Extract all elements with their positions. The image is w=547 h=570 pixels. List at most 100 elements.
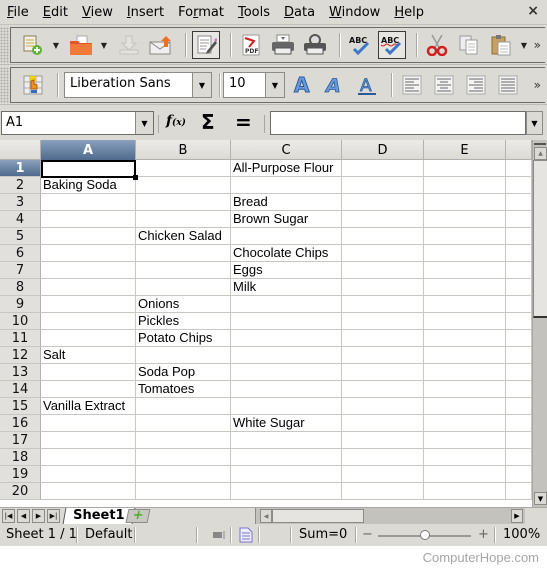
formula-input[interactable]: [270, 111, 526, 135]
cell-e18[interactable]: [424, 449, 506, 466]
scroll-down-icon[interactable]: ▼: [534, 492, 547, 505]
cell-b9[interactable]: Onions: [136, 296, 231, 313]
split-handle[interactable]: [534, 143, 546, 145]
cell-f5[interactable]: [506, 228, 532, 245]
font-size-value[interactable]: 10: [224, 73, 265, 97]
cell-d9[interactable]: [342, 296, 424, 313]
cell-e12[interactable]: [424, 347, 506, 364]
italic-icon[interactable]: A: [321, 71, 349, 99]
toolbar-overflow-icon[interactable]: »: [534, 78, 541, 92]
cell-b20[interactable]: [136, 483, 231, 500]
row-header[interactable]: 10: [0, 313, 41, 330]
justify-icon[interactable]: [494, 71, 522, 99]
cell-a10[interactable]: [41, 313, 136, 330]
name-box-dropdown-icon[interactable]: ▼: [135, 112, 153, 134]
cell-b17[interactable]: [136, 432, 231, 449]
new-dropdown-icon[interactable]: ▼: [51, 41, 61, 50]
cell-f8[interactable]: [506, 279, 532, 296]
cell-c19[interactable]: [231, 466, 342, 483]
cell-e1[interactable]: [424, 160, 506, 177]
scroll-up-icon[interactable]: ▲: [534, 147, 547, 160]
cell-e5[interactable]: [424, 228, 506, 245]
cell-d18[interactable]: [342, 449, 424, 466]
cell-e9[interactable]: [424, 296, 506, 313]
row-header[interactable]: 12: [0, 347, 41, 364]
cell-a12[interactable]: Salt: [41, 347, 136, 364]
paste-icon[interactable]: [487, 31, 515, 59]
cell-f9[interactable]: [506, 296, 532, 313]
first-sheet-icon[interactable]: |◀: [2, 509, 15, 523]
cell-e20[interactable]: [424, 483, 506, 500]
selection-mode-icon[interactable]: [212, 529, 226, 545]
cell-f7[interactable]: [506, 262, 532, 279]
cell-e13[interactable]: [424, 364, 506, 381]
cell-a4[interactable]: [41, 211, 136, 228]
cell-c8[interactable]: Milk: [231, 279, 342, 296]
spreadsheet-grid[interactable]: ABCDE 1 All-Purpose Flour 2 Baking Soda 3 Bre…: [0, 140, 532, 507]
cell-b15[interactable]: [136, 398, 231, 415]
cell-a9[interactable]: [41, 296, 136, 313]
cell-a3[interactable]: [41, 194, 136, 211]
cell-b11[interactable]: Potato Chips: [136, 330, 231, 347]
cell-c16[interactable]: White Sugar: [231, 415, 342, 432]
cell-f3[interactable]: [506, 194, 532, 211]
save-icon[interactable]: [115, 31, 143, 59]
cell-e19[interactable]: [424, 466, 506, 483]
cell-a16[interactable]: [41, 415, 136, 432]
cell-b3[interactable]: [136, 194, 231, 211]
row-header[interactable]: 19: [0, 466, 41, 483]
menu-edit[interactable]: Edit: [36, 5, 75, 20]
horizontal-scrollbar[interactable]: ◀ ▶: [255, 508, 525, 524]
toolbar-grip[interactable]: [0, 67, 9, 103]
cell-a11[interactable]: [41, 330, 136, 347]
cell-f14[interactable]: [506, 381, 532, 398]
font-size-combo[interactable]: 10 ▼: [223, 72, 285, 98]
cell-d14[interactable]: [342, 381, 424, 398]
sum-icon[interactable]: Σ: [201, 110, 215, 134]
zoom-out-icon[interactable]: −: [362, 527, 373, 542]
spellcheck-icon[interactable]: ABC: [346, 31, 374, 59]
print-preview-icon[interactable]: [301, 31, 329, 59]
name-box-value[interactable]: A1: [2, 112, 135, 134]
row-header[interactable]: 6: [0, 245, 41, 262]
cell-e6[interactable]: [424, 245, 506, 262]
column-header-c[interactable]: C: [231, 140, 342, 160]
cut-icon[interactable]: [423, 31, 451, 59]
close-document-icon[interactable]: ×: [527, 3, 539, 19]
zoom-percent[interactable]: 100%: [503, 527, 540, 542]
cell-b14[interactable]: Tomatoes: [136, 381, 231, 398]
row-header[interactable]: 4: [0, 211, 41, 228]
cell-a8[interactable]: [41, 279, 136, 296]
cell-d5[interactable]: [342, 228, 424, 245]
cell-e14[interactable]: [424, 381, 506, 398]
cell-e3[interactable]: [424, 194, 506, 211]
cell-d10[interactable]: [342, 313, 424, 330]
cell-c17[interactable]: [231, 432, 342, 449]
cell-f13[interactable]: [506, 364, 532, 381]
cell-c14[interactable]: [231, 381, 342, 398]
toolbar-overflow-icon[interactable]: »: [534, 38, 541, 52]
cell-c5[interactable]: [231, 228, 342, 245]
cell-f12[interactable]: [506, 347, 532, 364]
sum-readout[interactable]: Sum=0: [299, 527, 347, 542]
cell-d7[interactable]: [342, 262, 424, 279]
cell-d6[interactable]: [342, 245, 424, 262]
cell-d15[interactable]: [342, 398, 424, 415]
email-icon[interactable]: [147, 31, 175, 59]
align-right-icon[interactable]: [462, 71, 490, 99]
row-header[interactable]: 15: [0, 398, 41, 415]
cell-c20[interactable]: [231, 483, 342, 500]
next-sheet-icon[interactable]: ▶: [32, 509, 45, 523]
cell-b6[interactable]: [136, 245, 231, 262]
cell-b16[interactable]: [136, 415, 231, 432]
cell-c9[interactable]: [231, 296, 342, 313]
cell-d1[interactable]: [342, 160, 424, 177]
row-header[interactable]: 8: [0, 279, 41, 296]
paste-dropdown-icon[interactable]: ▼: [519, 41, 529, 50]
cell-e2[interactable]: [424, 177, 506, 194]
cell-d20[interactable]: [342, 483, 424, 500]
cell-a13[interactable]: [41, 364, 136, 381]
sheet-tab-sheet1[interactable]: Sheet1: [62, 508, 135, 524]
cell-a18[interactable]: [41, 449, 136, 466]
cell-b8[interactable]: [136, 279, 231, 296]
